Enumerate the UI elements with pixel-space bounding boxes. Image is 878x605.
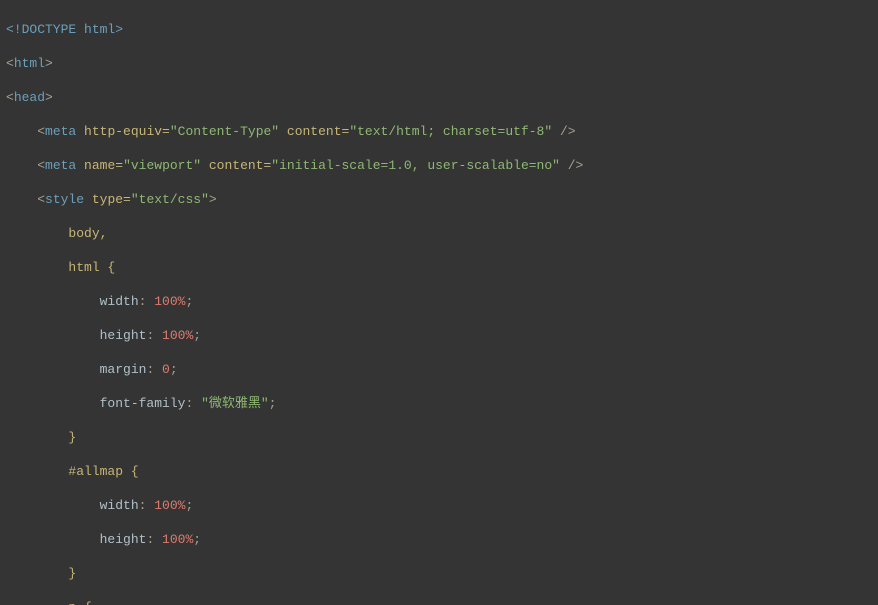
code-line: <style type="text/css"> <box>6 191 878 208</box>
code-line: width: 100%; <box>6 497 878 514</box>
code-line: font-family: "微软雅黑"; <box>6 395 878 412</box>
code-line: <head> <box>6 89 878 106</box>
code-line: <meta http-equiv="Content-Type" content=… <box>6 123 878 140</box>
code-line: } <box>6 429 878 446</box>
code-line: <!DOCTYPE html> <box>6 21 878 38</box>
code-line: margin: 0; <box>6 361 878 378</box>
code-line: <html> <box>6 55 878 72</box>
code-line: p { <box>6 599 878 605</box>
code-line: width: 100%; <box>6 293 878 310</box>
code-line: html { <box>6 259 878 276</box>
code-line: height: 100%; <box>6 531 878 548</box>
code-line: body, <box>6 225 878 242</box>
doctype: <!DOCTYPE html> <box>6 22 123 37</box>
code-editor[interactable]: <!DOCTYPE html> <html> <head> <meta http… <box>0 0 878 605</box>
code-line: height: 100%; <box>6 327 878 344</box>
code-line: #allmap { <box>6 463 878 480</box>
code-line: <meta name="viewport" content="initial-s… <box>6 157 878 174</box>
code-line: } <box>6 565 878 582</box>
